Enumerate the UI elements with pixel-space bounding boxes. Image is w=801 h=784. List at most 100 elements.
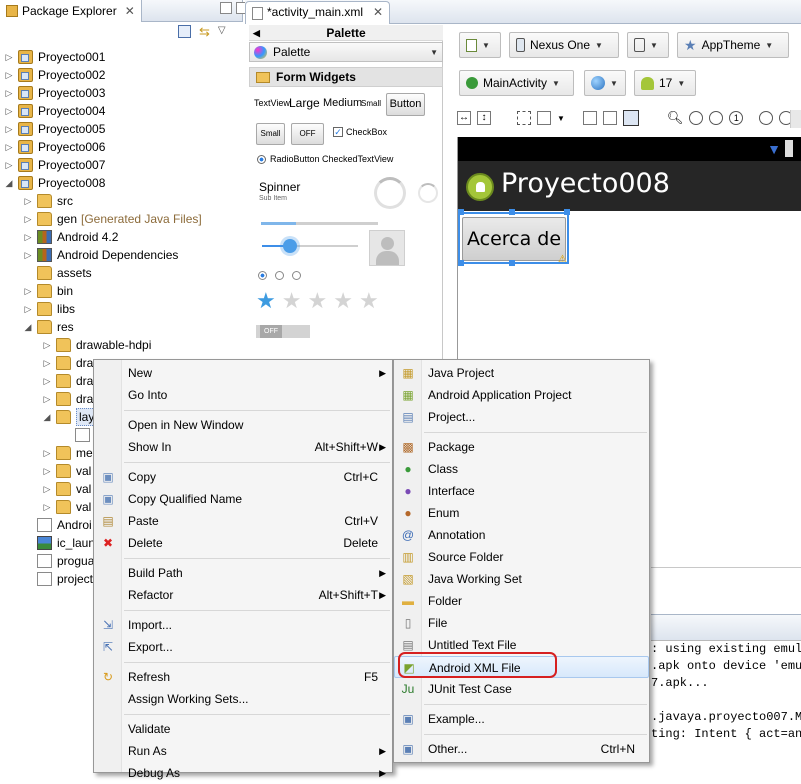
expand-icon[interactable]: ▷ xyxy=(42,372,52,390)
resize-handle[interactable] xyxy=(564,209,570,215)
layout-margins-icon[interactable] xyxy=(537,111,551,125)
menu-item-run-as[interactable]: Run As ▶ xyxy=(94,740,392,762)
menu-item-copy[interactable]: ▣ Copy Ctrl+C xyxy=(94,466,392,488)
tree-item[interactable]: ▷ bin xyxy=(0,282,243,300)
menu-item-import[interactable]: ⇲ Import... xyxy=(94,614,392,636)
chevron-down-icon[interactable]: ▼ xyxy=(557,114,565,123)
collapse-all-icon[interactable] xyxy=(178,25,191,38)
tree-item[interactable]: ▷ Proyecto005 xyxy=(0,120,243,138)
tree-item[interactable]: ▷ Proyecto001 xyxy=(0,48,243,66)
fit-height-icon[interactable]: ↕ xyxy=(477,111,491,125)
expand-icon[interactable]: ▷ xyxy=(23,228,33,246)
menu-item-go-into[interactable]: Go Into xyxy=(94,384,392,406)
vertical-scrollbar[interactable] xyxy=(790,110,801,128)
expand-icon[interactable]: ▷ xyxy=(42,462,52,480)
collapse-icon[interactable]: ◢ xyxy=(4,174,14,192)
tree-item[interactable]: ▷ Android 4.2 xyxy=(0,228,243,246)
layout-icon[interactable] xyxy=(622,110,639,126)
menu-item-class[interactable]: ● Class xyxy=(394,458,649,480)
tree-item[interactable]: ▷ Android Dependencies xyxy=(0,246,243,264)
link-with-editor-icon[interactable]: ⇆ xyxy=(199,25,210,38)
menu-item-paste[interactable]: ▤ Paste Ctrl+V xyxy=(94,510,392,532)
tree-item[interactable]: ▷ Proyecto003 xyxy=(0,84,243,102)
palette-spinner[interactable]: Spinner xyxy=(259,180,300,194)
menu-item-annotation[interactable]: @ Annotation xyxy=(394,524,649,546)
tree-item[interactable]: ▷ drawable-hdpi xyxy=(0,336,243,354)
orientation-selector[interactable]: ▼ xyxy=(627,32,669,58)
zoom-fit-icon[interactable] xyxy=(689,111,704,125)
palette-button[interactable]: Button xyxy=(386,93,425,116)
resize-handle[interactable] xyxy=(509,260,515,266)
progress-large-icon[interactable] xyxy=(374,177,406,209)
expand-icon[interactable]: ▷ xyxy=(42,480,52,498)
progress-bar[interactable] xyxy=(261,222,378,225)
package-explorer-tab[interactable]: Package Explorer ✕ xyxy=(0,0,142,22)
menu-item-source-folder[interactable]: ▥ Source Folder xyxy=(394,546,649,568)
menu-item-java-working-set[interactable]: ▧ Java Working Set xyxy=(394,568,649,590)
progress-small-icon[interactable] xyxy=(418,183,438,203)
expand-icon[interactable]: ▷ xyxy=(4,48,14,66)
menu-item-build-path[interactable]: Build Path ▶ xyxy=(94,562,392,584)
switch-off[interactable]: OFF xyxy=(256,325,310,338)
tree-item[interactable]: ▷ Proyecto004 xyxy=(0,102,243,120)
menu-item-android-application-project[interactable]: ▦ Android Application Project xyxy=(394,384,649,406)
close-icon[interactable]: ✕ xyxy=(125,4,135,18)
menu-item-junit-test-case[interactable]: Ju JUnit Test Case xyxy=(394,678,649,700)
activity-selector[interactable]: MainActivity ▼ xyxy=(459,70,574,96)
config-chooser[interactable]: ▼ xyxy=(459,32,501,58)
palette-medium[interactable]: Medium xyxy=(323,97,362,109)
palette-section-form-widgets[interactable]: Form Widgets xyxy=(249,67,443,87)
tree-item[interactable]: ◢ res xyxy=(0,318,243,336)
palette-combo[interactable]: Palette ▼ xyxy=(249,42,443,62)
menu-item-refresh[interactable]: ↻ Refresh F5 xyxy=(94,666,392,688)
tree-item[interactable]: ▷ Proyecto007 xyxy=(0,156,243,174)
expand-icon[interactable]: ▷ xyxy=(4,138,14,156)
menu-item-example[interactable]: ▣ Example... xyxy=(394,708,649,730)
menu-item-java-project[interactable]: ▦ Java Project xyxy=(394,362,649,384)
expand-icon[interactable]: ▷ xyxy=(4,120,14,138)
acerca-de-button[interactable]: Acerca de xyxy=(462,217,566,261)
editor-tab-activity-main[interactable]: *activity_main.xml ✕ xyxy=(245,1,391,24)
expand-icon[interactable]: ▷ xyxy=(42,390,52,408)
palette-radio[interactable]: RadioButton CheckedTextView xyxy=(257,154,393,164)
tree-item[interactable]: ▷ libs xyxy=(0,300,243,318)
menu-item-interface[interactable]: ● Interface xyxy=(394,480,649,502)
menu-item-open-in-new-window[interactable]: Open in New Window xyxy=(94,414,392,436)
seekbar-thumb[interactable] xyxy=(283,239,297,253)
resize-handle[interactable] xyxy=(458,260,464,266)
zoom-100-icon[interactable]: 1 xyxy=(729,111,744,125)
zoom-in-icon[interactable] xyxy=(709,111,724,125)
resize-handle[interactable] xyxy=(509,209,515,215)
tree-item[interactable]: ◢ Proyecto008 xyxy=(0,174,243,192)
tree-item[interactable]: ▷ gen [Generated Java Files] xyxy=(0,210,243,228)
tree-item[interactable]: ▷ Proyecto006 xyxy=(0,138,243,156)
collapse-icon[interactable]: ◢ xyxy=(23,318,33,336)
expand-icon[interactable]: ▷ xyxy=(4,66,14,84)
resize-handle[interactable] xyxy=(458,209,464,215)
collapse-icon[interactable]: ◢ xyxy=(42,408,52,426)
fit-width-icon[interactable]: ↔ xyxy=(457,111,471,125)
rating-bar[interactable]: ★ ★ ★ ★ ★ xyxy=(256,290,379,312)
menu-item-file[interactable]: ▯ File xyxy=(394,612,649,634)
palette-textview[interactable]: TextView xyxy=(254,98,290,108)
menu-item-export[interactable]: ⇱ Export... xyxy=(94,636,392,658)
select-icon[interactable] xyxy=(517,111,531,125)
menu-item-project[interactable]: ▤ Project... xyxy=(394,406,649,428)
expand-icon[interactable]: ▷ xyxy=(4,84,14,102)
palette-small[interactable]: Small xyxy=(361,99,381,108)
tree-item[interactable]: ▷ Proyecto002 xyxy=(0,66,243,84)
layout-icon[interactable] xyxy=(582,111,597,125)
api-level-selector[interactable]: 17 ▼ xyxy=(634,70,696,96)
zoom-out-icon[interactable] xyxy=(759,111,774,125)
locale-selector[interactable]: ▼ xyxy=(584,70,626,96)
menu-item-debug-as[interactable]: Debug As ▶ xyxy=(94,762,392,784)
menu-item-copy-qualified-name[interactable]: ▣ Copy Qualified Name xyxy=(94,488,392,510)
palette-toggle-button[interactable]: OFF xyxy=(291,123,324,145)
device-selector[interactable]: Nexus One ▼ xyxy=(509,32,619,58)
tree-item[interactable]: assets xyxy=(0,264,243,282)
expand-icon[interactable]: ▷ xyxy=(42,498,52,516)
expand-icon[interactable]: ▷ xyxy=(23,210,33,228)
quick-contact-avatar[interactable] xyxy=(369,230,405,266)
theme-selector[interactable]: ★ AppTheme ▼ xyxy=(677,32,789,58)
menu-item-package[interactable]: ▩ Package xyxy=(394,436,649,458)
